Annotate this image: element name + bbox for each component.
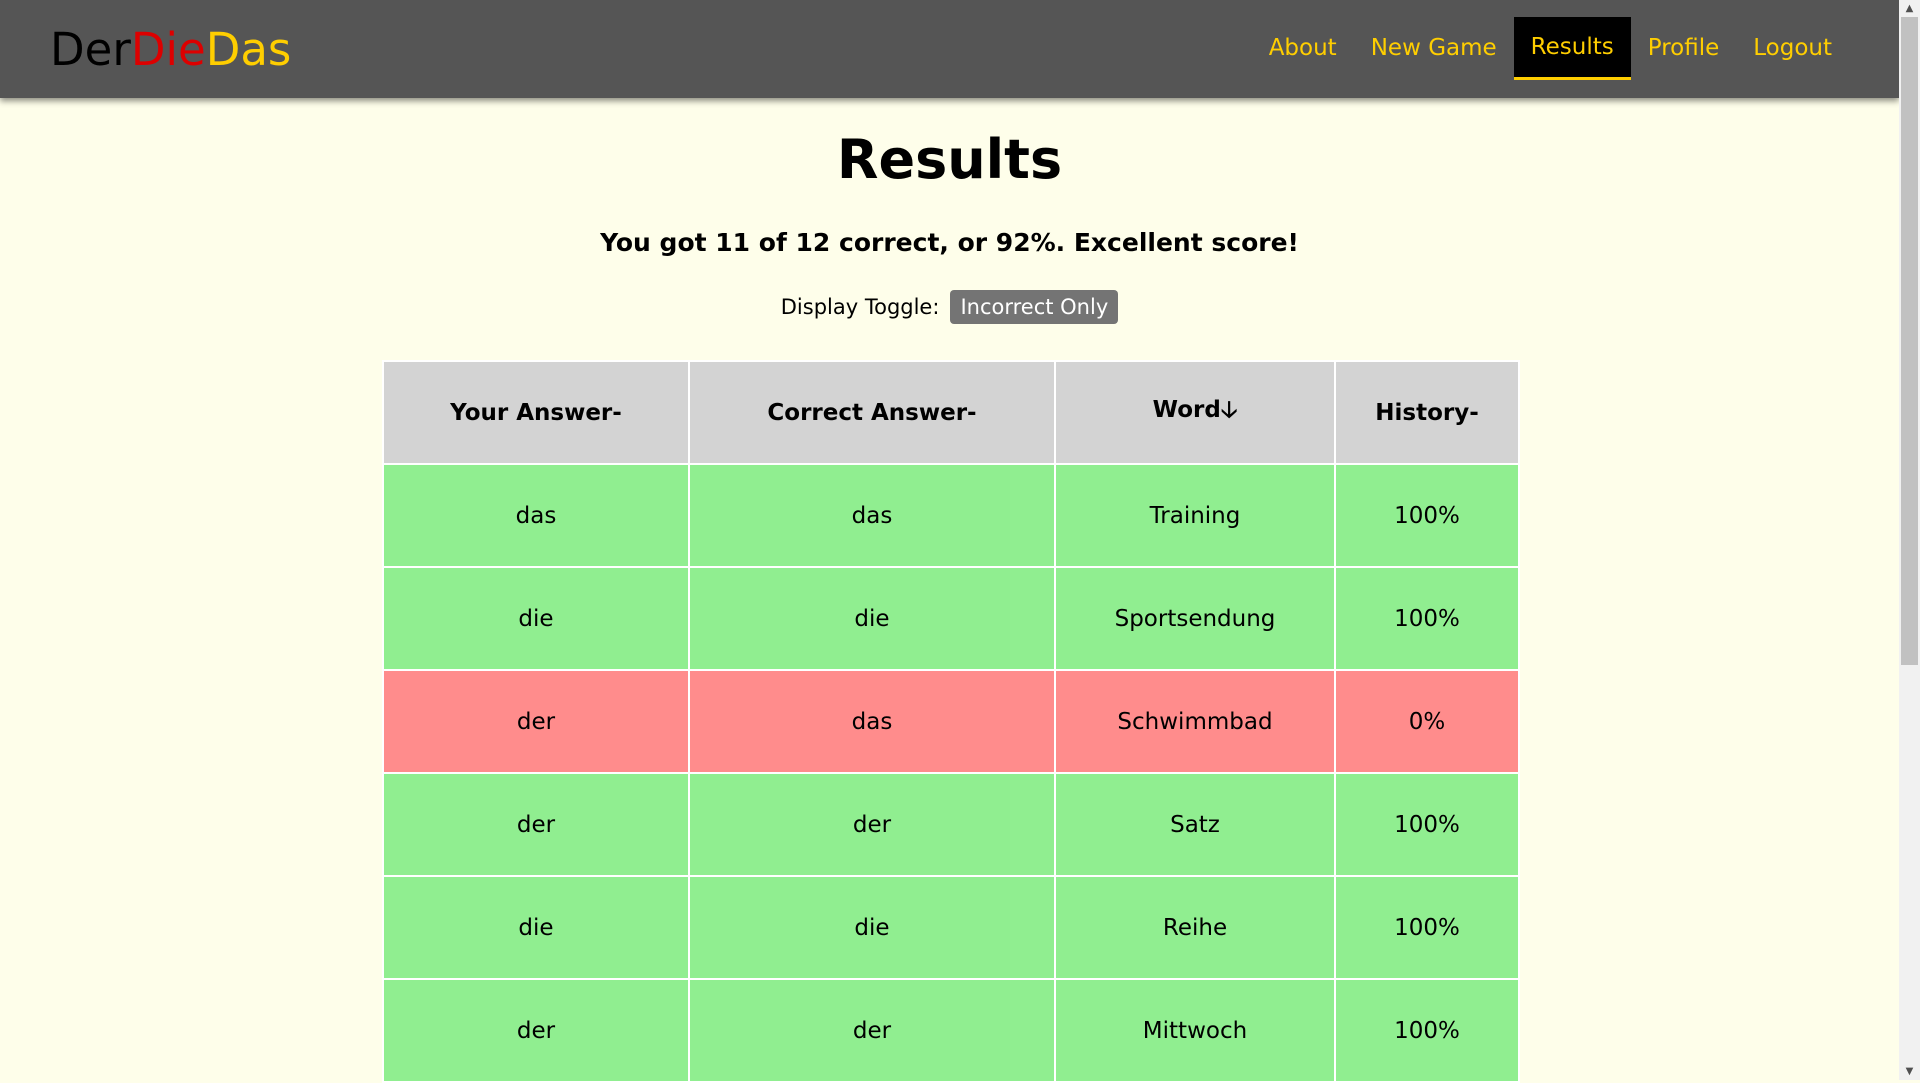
word-cell: Training <box>1054 463 1336 568</box>
results-table: Your Answer- Correct Answer- Word🡣 Histo… <box>382 360 1520 1083</box>
history-cell: 100% <box>1334 772 1520 877</box>
navbar: DerDieDas About New Game Results Profile… <box>0 0 1899 98</box>
nav-profile-link[interactable]: Profile <box>1631 17 1737 80</box>
nav-results-link[interactable]: Results <box>1513 17 1631 80</box>
logo-der: Der <box>50 23 131 76</box>
correct-answer-cell: die <box>688 875 1056 980</box>
scroll-up-arrow-icon[interactable]: ▲ <box>1899 0 1920 17</box>
scrollbar-thumb[interactable] <box>1901 17 1918 665</box>
brand-logo[interactable]: DerDieDas <box>50 22 291 78</box>
history-cell: 100% <box>1334 875 1520 980</box>
logo-die: Die <box>130 23 206 76</box>
history-cell: 0% <box>1334 669 1520 774</box>
nav-new-game-link[interactable]: New Game <box>1354 17 1514 80</box>
main-content: Results You got 11 of 12 correct, or 92%… <box>0 98 1899 1083</box>
table-row: das das Training 100% <box>382 463 1520 568</box>
scroll-down-arrow-icon[interactable]: ▼ <box>1899 1063 1920 1080</box>
word-cell: Schwimmbad <box>1054 669 1336 774</box>
correct-answer-cell: der <box>688 978 1056 1083</box>
table-row: der der Mittwoch 100% <box>382 978 1520 1083</box>
table-row: die die Reihe 100% <box>382 875 1520 980</box>
word-cell: Satz <box>1054 772 1336 877</box>
header-your-answer[interactable]: Your Answer- <box>382 360 690 465</box>
your-answer-cell: der <box>382 669 690 774</box>
history-cell: 100% <box>1334 463 1520 568</box>
header-correct-answer[interactable]: Correct Answer- <box>688 360 1056 465</box>
vertical-scrollbar[interactable]: ▲ ▼ <box>1899 0 1920 1080</box>
table-row: der der Satz 100% <box>382 772 1520 877</box>
correct-answer-cell: der <box>688 772 1056 877</box>
history-cell: 100% <box>1334 978 1520 1083</box>
page-title: Results <box>836 128 1063 191</box>
nav-about-link[interactable]: About <box>1252 17 1354 80</box>
header-history[interactable]: History- <box>1334 360 1520 465</box>
logo-das: Das <box>205 23 292 76</box>
correct-answer-cell: die <box>688 566 1056 671</box>
history-cell: 100% <box>1334 566 1520 671</box>
your-answer-cell: das <box>382 463 690 568</box>
your-answer-cell: die <box>382 566 690 671</box>
your-answer-cell: der <box>382 772 690 877</box>
word-cell: Reihe <box>1054 875 1336 980</box>
nav-menu: About New Game Results Profile Logout <box>1252 17 1849 80</box>
table-row: der das Schwimmbad 0% <box>382 669 1520 774</box>
display-toggle-row: Display Toggle: Incorrect Only <box>0 290 1899 324</box>
your-answer-cell: der <box>382 978 690 1083</box>
correct-answer-cell: das <box>688 463 1056 568</box>
display-toggle-label: Display Toggle: <box>780 295 940 319</box>
table-header-row: Your Answer- Correct Answer- Word🡣 Histo… <box>382 360 1520 465</box>
nav-logout-link[interactable]: Logout <box>1736 17 1849 80</box>
score-summary: You got 11 of 12 correct, or 92%. Excell… <box>600 228 1299 257</box>
header-word[interactable]: Word🡣 <box>1054 360 1336 465</box>
incorrect-only-toggle-button[interactable]: Incorrect Only <box>950 290 1119 324</box>
correct-answer-cell: das <box>688 669 1056 774</box>
your-answer-cell: die <box>382 875 690 980</box>
word-cell: Mittwoch <box>1054 978 1336 1083</box>
table-row: die die Sportsendung 100% <box>382 566 1520 671</box>
word-cell: Sportsendung <box>1054 566 1336 671</box>
